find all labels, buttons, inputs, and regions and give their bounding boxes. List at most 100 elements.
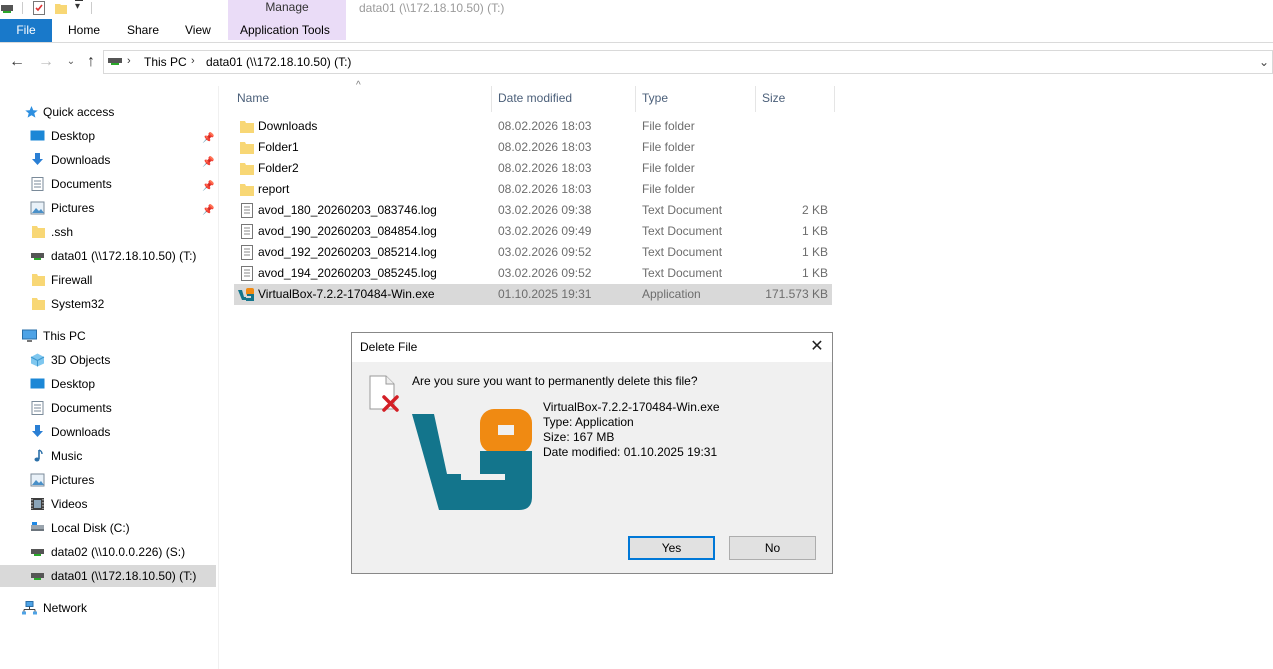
dialog-title-bar <box>352 333 832 362</box>
folder-icon <box>240 121 254 133</box>
sidebar-item-desktop[interactable]: Desktop <box>0 373 216 395</box>
sidebar-item-videos[interactable]: Videos <box>0 493 216 515</box>
sidebar-item-network[interactable]: Network <box>0 597 216 619</box>
sidebar-item-pictures[interactable]: Pictures <box>0 469 216 491</box>
customize-toolbar-icon[interactable]: ▾ <box>75 1 80 12</box>
sidebar-item-desktop[interactable]: Desktop 📌 <box>0 125 216 147</box>
folder-icon <box>32 298 45 310</box>
pin-icon[interactable]: 📌 <box>202 152 214 174</box>
documents-icon <box>31 177 44 191</box>
column-header-size[interactable]: Size <box>762 90 785 114</box>
music-icon <box>34 449 43 462</box>
3d-objects-icon <box>30 353 45 367</box>
tab-view[interactable]: View <box>185 19 211 42</box>
sidebar-item-data01[interactable]: data01 (\\172.18.10.50) (T:) <box>0 245 216 267</box>
column-divider[interactable] <box>491 86 492 112</box>
sort-ascending-icon: ^ <box>356 80 361 91</box>
desktop-icon <box>30 378 45 389</box>
sidebar-item-this-pc[interactable]: This PC <box>0 325 216 347</box>
column-divider[interactable] <box>635 86 636 112</box>
pin-icon[interactable]: 📌 <box>202 128 214 150</box>
no-button[interactable]: No <box>729 536 816 560</box>
breadcrumb-chevron-icon[interactable]: › <box>191 55 195 67</box>
sidebar-item-downloads[interactable]: Downloads <box>0 421 216 443</box>
file-row[interactable]: Folder1 08.02.2026 18:03 File folder <box>234 137 832 158</box>
sidebar-item-documents[interactable]: Documents <box>0 397 216 419</box>
drive-icon[interactable] <box>0 1 14 15</box>
sidebar-item-3d-objects[interactable]: 3D Objects <box>0 349 216 371</box>
toolbar-divider <box>22 2 23 14</box>
breadcrumb-this-pc[interactable]: This PC <box>144 55 187 69</box>
breadcrumb-current-drive[interactable]: data01 (\\172.18.10.50) (T:) <box>206 55 351 69</box>
column-header-name[interactable]: Name <box>237 90 269 114</box>
sidebar-item-pictures[interactable]: Pictures 📌 <box>0 197 216 219</box>
network-drive-icon <box>31 253 44 260</box>
sidebar-item-quick-access[interactable]: Quick access <box>0 101 216 123</box>
documents-icon <box>31 401 44 415</box>
column-header-date-modified[interactable]: Date modified <box>498 90 572 114</box>
sidebar-item-firewall[interactable]: Firewall <box>0 269 216 291</box>
window-title: data01 (\\172.18.10.50) (T:) <box>359 1 505 15</box>
file-row[interactable]: avod_190_20260203_084854.log 03.02.2026 … <box>234 221 832 242</box>
file-type: Text Document <box>642 203 723 217</box>
title-bar <box>0 0 1273 18</box>
address-dropdown-chevron-icon[interactable]: ⌄ <box>1259 55 1269 69</box>
file-size: 171.573 KB <box>765 287 828 301</box>
back-arrow-icon[interactable]: ← <box>8 52 26 72</box>
column-divider[interactable] <box>755 86 756 112</box>
sidebar-item-label: Desktop <box>51 377 96 391</box>
pane-divider <box>218 86 219 669</box>
file-type: File folder <box>642 161 695 175</box>
folder-icon <box>32 226 45 238</box>
detail-file-name: VirtualBox-7.2.2-170484-Win.exe <box>543 400 720 414</box>
file-row-selected[interactable]: VirtualBox-7.2.2-170484-Win.exe 01.10.20… <box>234 284 832 305</box>
yes-button[interactable]: Yes <box>628 536 715 560</box>
file-row[interactable]: report 08.02.2026 18:03 File folder <box>234 179 832 200</box>
file-size: 1 KB <box>801 224 828 238</box>
file-row[interactable]: Downloads 08.02.2026 18:03 File folder <box>234 116 832 137</box>
file-row[interactable]: avod_194_20260203_085245.log 03.02.2026 … <box>234 263 832 284</box>
file-type: Text Document <box>642 266 723 280</box>
sidebar-item-documents[interactable]: Documents 📌 <box>0 173 216 195</box>
file-type: File folder <box>642 182 695 196</box>
sidebar-item-label: data01 (\\172.18.10.50) (T:) <box>51 249 197 263</box>
sidebar-item-data02[interactable]: data02 (\\10.0.0.226) (S:) <box>0 541 216 563</box>
tab-home[interactable]: Home <box>68 19 100 42</box>
pin-icon[interactable]: 📌 <box>202 200 214 222</box>
file-size: 1 KB <box>801 266 828 280</box>
column-divider[interactable] <box>834 86 835 112</box>
sidebar-item-label: Pictures <box>51 201 95 215</box>
file-date: 03.02.2026 09:49 <box>498 224 592 238</box>
pin-icon[interactable]: 📌 <box>202 176 214 198</box>
toolbar-divider <box>91 2 92 14</box>
properties-icon[interactable] <box>32 1 46 15</box>
sidebar-item-downloads[interactable]: Downloads 📌 <box>0 149 216 171</box>
dialog-title: Delete File <box>360 340 418 354</box>
tab-file[interactable]: File <box>0 19 52 42</box>
close-icon[interactable]: ✕ <box>806 336 828 358</box>
navigation-pane: Quick access Desktop 📌 Downloads 📌 Docum… <box>0 92 216 669</box>
sidebar-item-local-disk[interactable]: Local Disk (C:) <box>0 517 216 539</box>
new-folder-icon[interactable] <box>54 1 68 15</box>
downloads-icon <box>32 425 43 437</box>
recent-locations-chevron-icon[interactable]: ⌄ <box>62 52 80 72</box>
tab-share[interactable]: Share <box>127 19 159 42</box>
customize-toolbar-bar <box>75 0 83 1</box>
detail-type: Type: Application <box>543 415 634 429</box>
sidebar-item-data01-selected[interactable]: data01 (\\172.18.10.50) (T:) <box>0 565 216 587</box>
file-row[interactable]: Folder2 08.02.2026 18:03 File folder <box>234 158 832 179</box>
column-header-type[interactable]: Type <box>642 90 668 114</box>
sidebar-item-music[interactable]: Music <box>0 445 216 467</box>
forward-arrow-icon[interactable]: → <box>37 52 55 72</box>
breadcrumb-chevron-icon[interactable]: › <box>127 55 131 67</box>
file-name: VirtualBox-7.2.2-170484-Win.exe <box>258 287 435 301</box>
up-arrow-icon[interactable]: ↑ <box>82 52 100 72</box>
tab-application-tools[interactable]: Application Tools <box>240 19 330 42</box>
sidebar-item-ssh[interactable]: .ssh <box>0 221 216 243</box>
sidebar-item-label: Documents <box>51 401 112 415</box>
file-date: 03.02.2026 09:38 <box>498 203 592 217</box>
file-row[interactable]: avod_180_20260203_083746.log 03.02.2026 … <box>234 200 832 221</box>
file-row[interactable]: avod_192_20260203_085214.log 03.02.2026 … <box>234 242 832 263</box>
sidebar-item-label: .ssh <box>51 225 74 239</box>
sidebar-item-system32[interactable]: System32 <box>0 293 216 315</box>
